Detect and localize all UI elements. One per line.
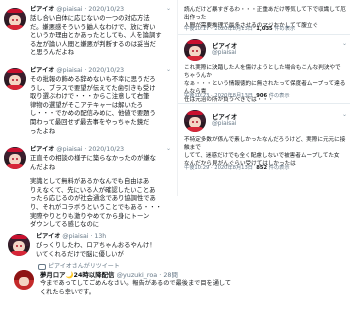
tweet-text: 正直その相談の様子に築らなかったのが嫌な んだよね 実識として無料があるかなんで… [30,155,162,229]
tweet[interactable]: ピアイオ @piaisai · 2020/10/23 ⌄ その批報の飾める辞めな… [0,66,177,144]
avatar[interactable] [184,110,206,132]
display-name[interactable]: ピアイオ [212,112,237,121]
view-count: 852 [256,165,268,171]
left-tweet-panel: ピアイオ @piaisai · 2020/10/23 ⌄ 話し合い自体に応じない… [0,0,177,229]
user-handle[interactable]: @piaisai [212,121,236,127]
tweet-time: 午後10:23 · 2020年8月13日 [184,93,253,99]
avatar[interactable] [14,270,34,290]
tweet-meta: ピアイオ @piaisai · 13h [36,233,106,241]
quote-text: 今まであってしてごめんなさい。報告があるので最後まで目を通して くれたら幸いです… [40,280,232,296]
divider [178,103,350,104]
tweet-time: 午後10:17 · 2020年8月13日 [184,26,253,32]
tweet[interactable]: ピアイオ @piaisai · 2020/10/23 ⌄ 話し合い自体に応じない… [0,4,177,66]
tweet-date[interactable]: 2020/10/23 [88,146,124,153]
user-handle[interactable]: @piaisai [56,67,82,74]
user-handle[interactable]: @piaisai [56,146,82,153]
quote-author[interactable]: 夢月ロア🌙24時以降配信 @yuzuki_roa · 28問 [40,270,178,279]
display-name: 夢月ロア🌙24時以降配信 [40,271,115,279]
user-handle[interactable]: @piaisai · 13h [62,233,106,240]
tweet-stats: 午後10:17 · 2020年8月13日 1,035 件の表示 [184,26,296,32]
avatar[interactable] [184,39,206,61]
user-handle[interactable]: @piaisai [56,6,82,13]
divider [178,34,350,35]
chevron-down-icon[interactable]: ⌄ [166,5,171,12]
tweet-text: 話し合い自体に応じないの一つの対応方法 だ。嫌悪感そういう鼬人なわけで、放に寄い… [30,15,162,57]
tweet-date[interactable]: 2020/10/23 [88,6,124,13]
display-name[interactable]: ピアイオ [36,233,60,240]
tweet-stats: 午後10:29 · 2020年8月13日 852 件の表示 [184,165,290,171]
avatar[interactable] [4,147,26,169]
tweet[interactable]: ピアイオ @piaisai · 2020/10/23 ⌄ 正直その相談の様子に築… [0,145,177,229]
retweet-indicator: ピアイオさんがリツイート [38,261,120,270]
tweet-date[interactable]: 2020/10/23 [88,67,124,74]
display-name[interactable]: ピアイオ [30,67,54,74]
user-handle: @yuzuki_roa · 28問 [116,271,178,279]
display-name[interactable]: ピアイオ [30,6,54,13]
tweet-meta: ピアイオ @piaisai · 2020/10/23 [30,146,125,153]
reply-and-retweet: ピアイオ @piaisai · 13h びっくりしたわ、ロアちゃんおるやんけ！ … [0,230,350,314]
avatar[interactable] [4,8,26,30]
view-count: 906 [256,93,268,99]
tweet-stats: 午後10:23 · 2020年8月13日 906 件の表示 [184,93,290,99]
chevron-down-icon[interactable]: ⌄ [166,145,171,152]
user-handle[interactable]: @piaisai [212,50,236,56]
display-name[interactable]: ピアイオ [212,41,237,50]
tweet-text: その批報の飾める辞めないも不幸に思うだろ うし、ブラスで要望が伝えてた歯引きも受… [30,76,156,135]
right-tweet-panel: 読んだけど暴すぎるわ・・・正重あだけ等気して下で収識して厄出作った 人間が需要推… [177,0,350,196]
chevron-down-icon[interactable]: ⌄ [166,66,171,73]
avatar[interactable] [8,234,30,256]
tweet-meta: ピアイオ @piaisai · 2020/10/23 [30,67,125,74]
display-name[interactable]: ピアイオ [30,146,54,153]
tweet-time: 午後10:29 · 2020年8月13日 [184,165,253,171]
reply-text: びっくりしたわ、ロアちゃんおるやんけ！ いてくれるだけで脳に優しいが [36,242,156,258]
chevron-down-icon[interactable]: ⌄ [342,40,347,47]
view-count: 1,035 [256,26,273,32]
avatar[interactable] [4,68,26,90]
tweet-meta: ピアイオ @piaisai · 2020/10/23 [30,6,125,13]
chevron-down-icon[interactable]: ⌄ [342,111,347,118]
retweet-icon [38,263,46,270]
